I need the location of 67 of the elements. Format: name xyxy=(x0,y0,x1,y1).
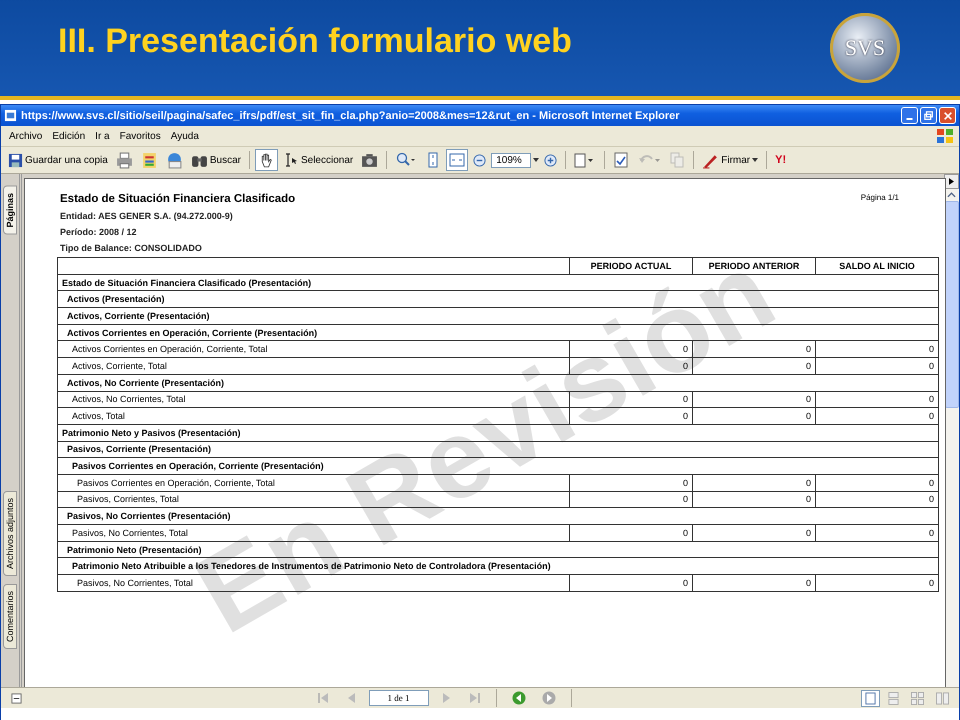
minus-icon xyxy=(11,692,22,704)
single-page-view-button[interactable] xyxy=(861,690,880,706)
two-pages-icon xyxy=(936,692,949,704)
first-page-icon xyxy=(316,692,328,704)
side-tab[interactable]: Archivos adjuntos xyxy=(3,490,17,576)
fit-width-icon xyxy=(449,152,466,168)
save-copy-button[interactable]: Guardar una copia xyxy=(5,149,111,171)
menu-item[interactable]: Favoritos xyxy=(116,130,165,142)
document-info: Período: 2008 / 12 xyxy=(60,227,138,237)
page-field[interactable]: 1 de 1 xyxy=(368,690,428,706)
value-cell: 0 xyxy=(816,524,938,542)
continuous-pages-icon xyxy=(888,692,899,704)
side-tab[interactable]: Comentarios xyxy=(3,584,17,649)
last-page-icon xyxy=(468,692,480,704)
sign-button[interactable]: Firmar xyxy=(699,149,762,171)
plus-icon xyxy=(544,154,558,166)
menu-item[interactable]: Ir a xyxy=(91,130,114,142)
document-info: Tipo de Balance: CONSOLIDADO xyxy=(60,243,203,253)
search-button[interactable]: Buscar xyxy=(188,149,244,171)
chevron-up-icon xyxy=(947,192,956,198)
document-icon xyxy=(140,152,158,168)
select-tool-button[interactable]: Seleccionar xyxy=(280,149,356,171)
value-cell: 0 xyxy=(816,408,938,424)
value-cell: 0 xyxy=(816,491,938,508)
value-cell: 0 xyxy=(692,574,816,592)
window-title: https://www.svs.cl/sitio/seil/pagina/safec_ifrs/pdf/est_sit_fin_cla.php?anio=2008&mes=12&rut_en - Microsoft Internet Explorer xyxy=(21,110,681,122)
minimize-button[interactable] xyxy=(901,107,918,124)
value-cell: 0 xyxy=(816,474,938,492)
page-icon xyxy=(4,109,17,122)
value-cell: 0 xyxy=(570,574,692,592)
minimize-icon xyxy=(906,118,913,120)
document-title: Estado de Situación Financiera Clasificado xyxy=(60,193,296,205)
maximize-button[interactable] xyxy=(920,107,937,124)
triangle-right-icon xyxy=(440,692,452,704)
close-icon xyxy=(942,110,952,120)
logo: SVS xyxy=(830,13,900,83)
grid-pages-icon xyxy=(911,692,924,704)
triangle-icon xyxy=(949,178,954,185)
side-tab[interactable]: Páginas xyxy=(3,186,17,235)
menu-item[interactable]: Edición xyxy=(48,130,90,142)
panel-toggle-button[interactable] xyxy=(944,174,959,189)
yahoo-button[interactable]: Y! xyxy=(772,149,790,171)
magnifier-icon xyxy=(395,152,418,168)
value-cell: 0 xyxy=(816,574,938,592)
single-page-icon xyxy=(865,692,876,704)
minus-icon xyxy=(473,154,486,166)
hand-tool-button[interactable] xyxy=(254,149,278,171)
caret-icon[interactable] xyxy=(533,158,540,162)
windows-flag-icon xyxy=(935,126,955,146)
value-cell: 0 xyxy=(816,391,938,408)
restore-icon xyxy=(924,110,934,120)
page-number: Página 1/1 xyxy=(860,193,899,204)
zoom-field[interactable]: 109% xyxy=(491,152,532,168)
printer-icon xyxy=(116,152,133,168)
fit-width-button[interactable] xyxy=(446,149,468,171)
column-header: SALDO AL INICIO xyxy=(816,258,938,274)
slide-title: III. Presentación formulario web xyxy=(58,22,572,60)
value-cell: 0 xyxy=(816,340,938,358)
document-info: Entidad: AES GENER S.A. (94.272.000-9) xyxy=(60,211,234,221)
copy-icon xyxy=(669,152,686,168)
close-button[interactable] xyxy=(939,107,956,124)
caret-icon xyxy=(752,158,758,162)
menu-item[interactable]: Ayuda xyxy=(166,130,203,142)
value-cell: 0 xyxy=(816,358,938,374)
checkmark-icon xyxy=(613,152,630,168)
camera-icon xyxy=(361,152,378,168)
menu-item[interactable]: Archivo xyxy=(5,130,46,142)
